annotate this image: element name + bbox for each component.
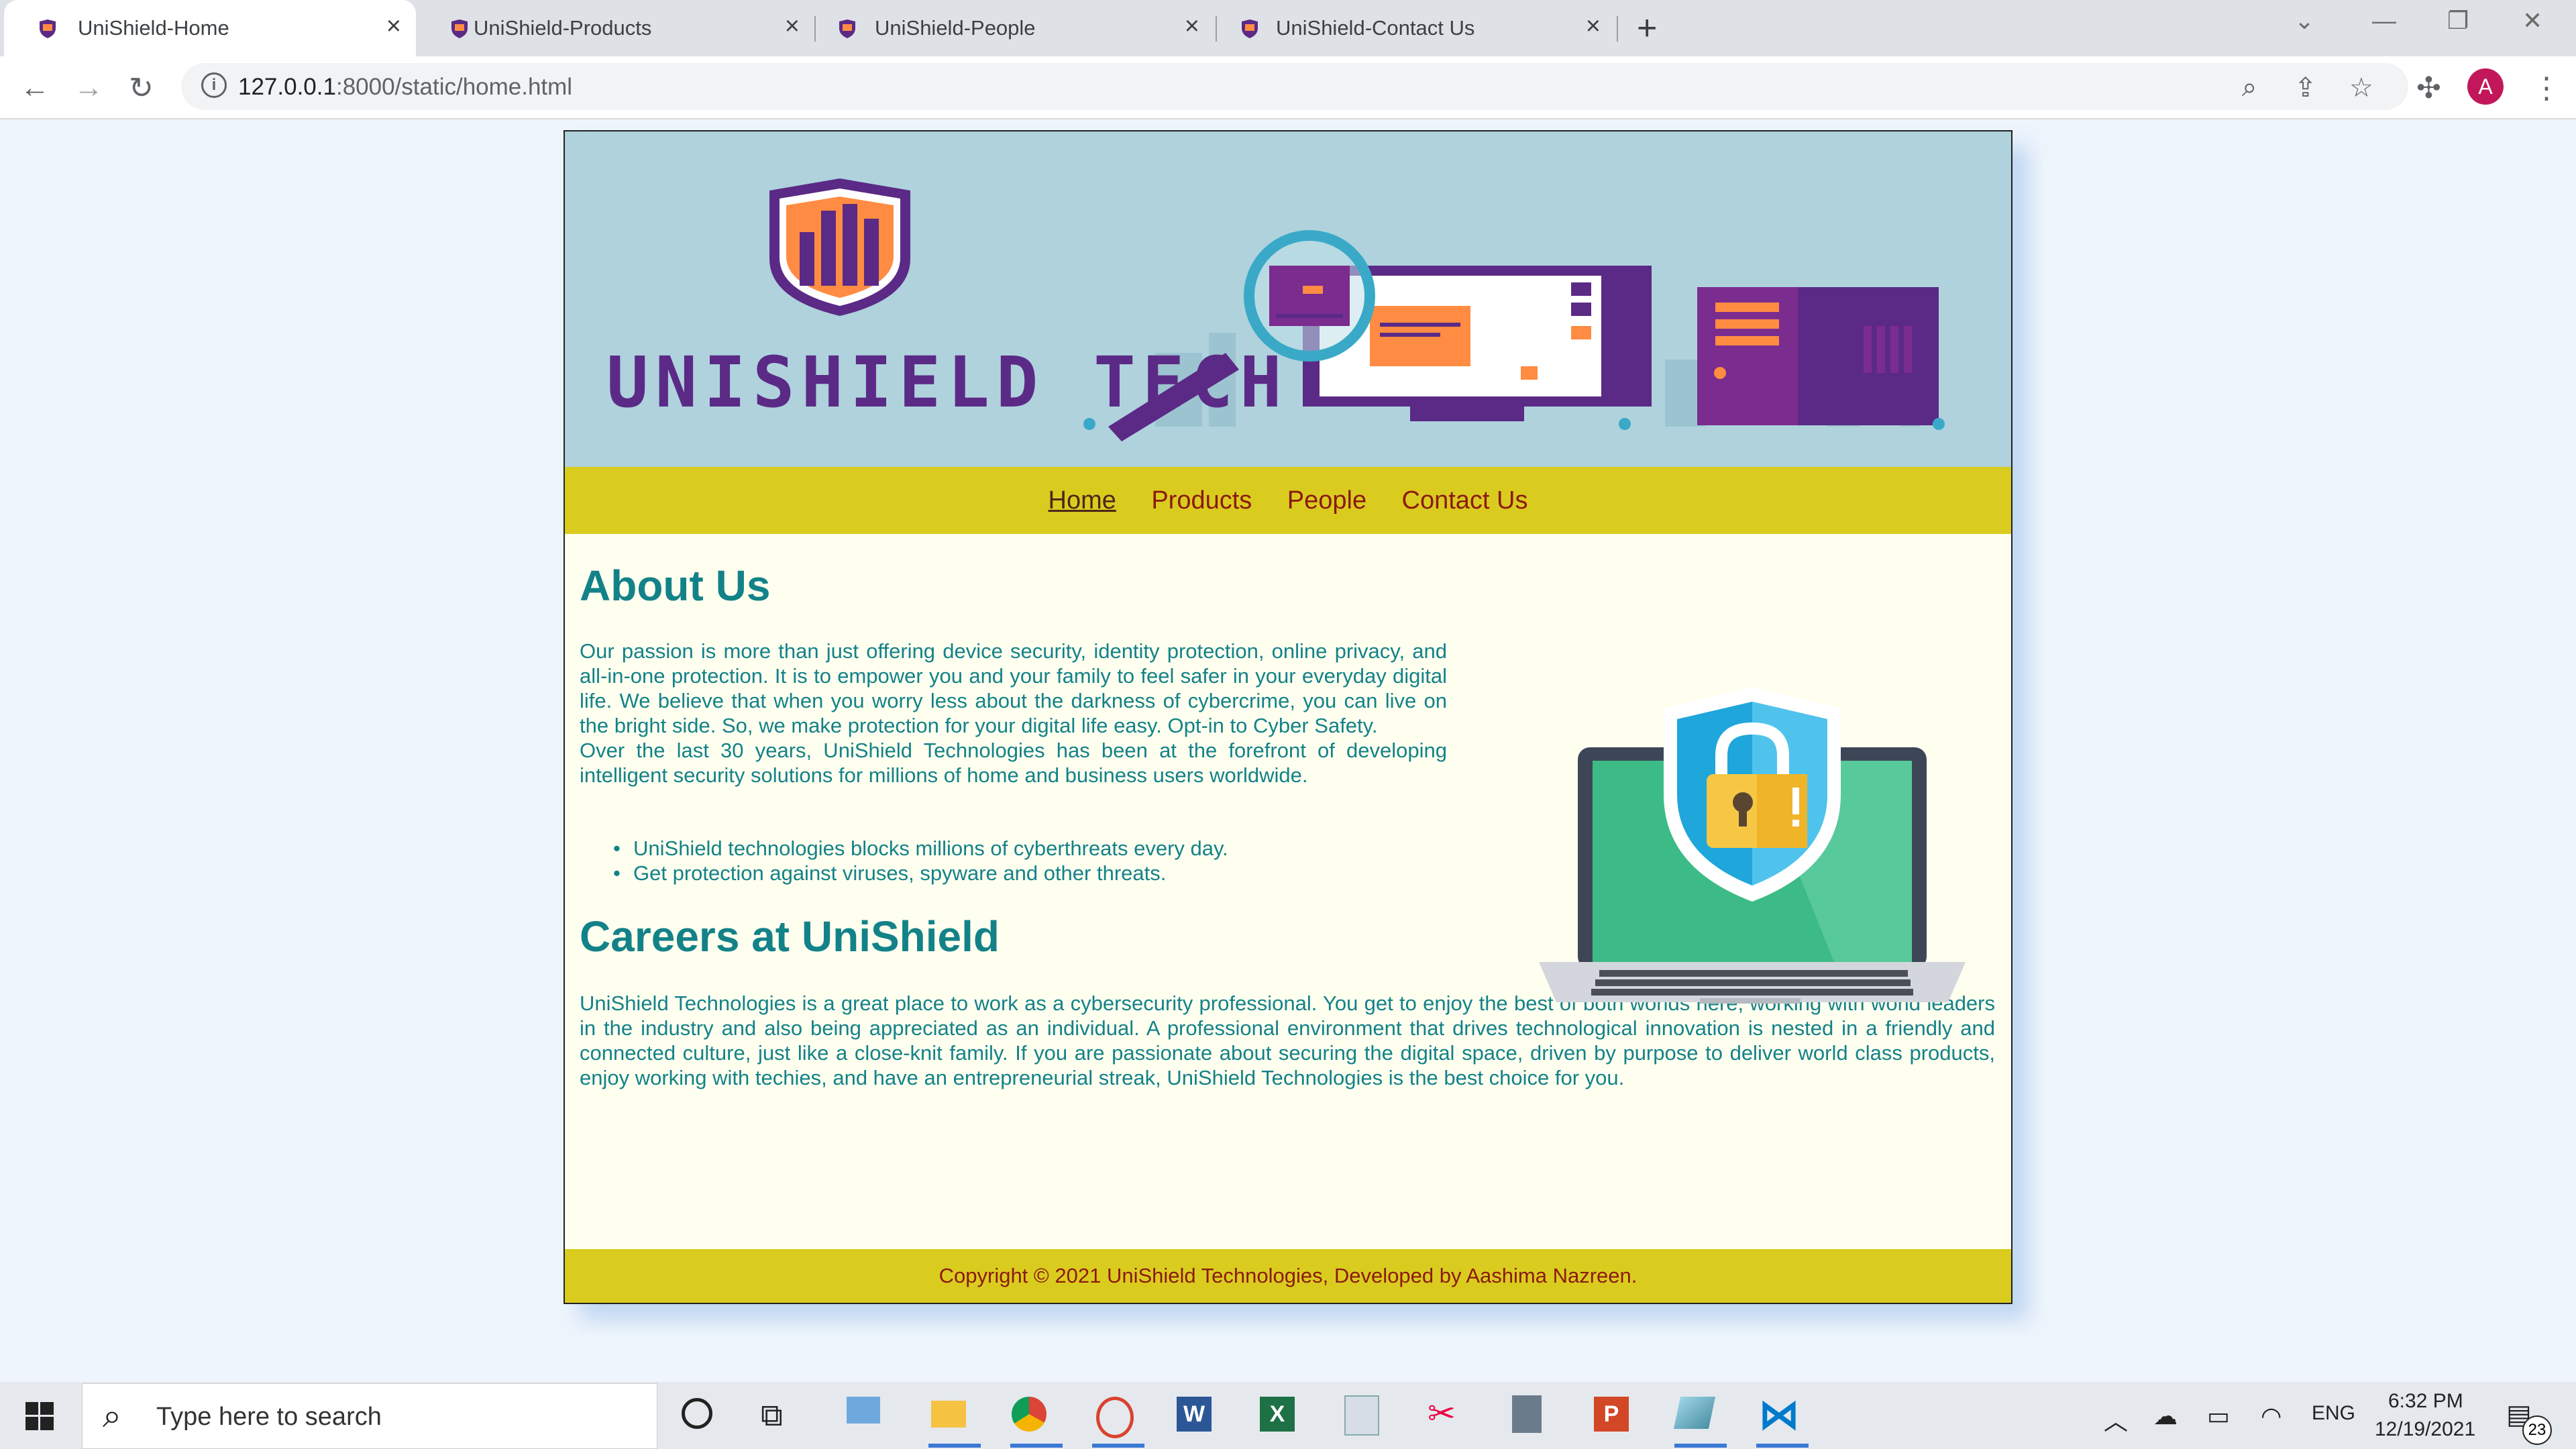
list-item: Get protection against viruses, spyware … xyxy=(613,861,1228,885)
clock-date[interactable]: 12/19/2021 xyxy=(2375,1418,2475,1441)
tab-title: UniShield-Contact Us xyxy=(1276,16,1475,40)
extensions-puzzle-icon[interactable]: ✣ xyxy=(2416,71,2441,105)
browser-tab-strip: UniShield-Home × UniShield-Products × Un… xyxy=(0,0,2576,56)
close-window-icon[interactable]: ✕ xyxy=(2522,7,2542,35)
address-bar[interactable]: i 127.0.0.1:8000/static/home.html ⌕ ⇪ ☆ xyxy=(181,63,2408,110)
tab-contact-us[interactable]: UniShield-Contact Us × xyxy=(1217,0,1615,56)
banner-illustration: UNISHIELD TECH xyxy=(606,178,1945,441)
active-app-indicator xyxy=(1092,1444,1144,1448)
nav-link-products[interactable]: Products xyxy=(1151,467,1252,534)
url-path: :8000/static/home.html xyxy=(335,74,573,100)
nav-link-contact-us[interactable]: Contact Us xyxy=(1402,467,1528,534)
unishield-logo-icon xyxy=(769,178,910,316)
notes-app-icon[interactable] xyxy=(1673,1397,1716,1429)
powerpoint-app-icon[interactable]: P xyxy=(1594,1397,1629,1432)
tab-title: UniShield-Home xyxy=(78,16,229,40)
show-hidden-icons-chevron-icon[interactable]: ︿ xyxy=(2104,1402,2128,1437)
taskbar-search-box[interactable]: ⌕ Type here to search xyxy=(82,1383,657,1449)
cortana-icon[interactable] xyxy=(682,1398,712,1429)
windows-start-icon[interactable] xyxy=(25,1402,54,1430)
website-container: UNISHIELD TECH Home Products People Cont… xyxy=(564,130,2012,1304)
calculator-app-icon[interactable] xyxy=(1512,1395,1542,1433)
active-app-indicator xyxy=(928,1444,981,1448)
bookmark-star-icon[interactable]: ☆ xyxy=(2349,72,2373,103)
about-heading: About Us xyxy=(580,561,771,610)
nav-link-home[interactable]: Home xyxy=(1049,467,1116,534)
search-placeholder: Type here to search xyxy=(156,1403,382,1431)
excel-app-icon[interactable]: X xyxy=(1260,1397,1295,1432)
unishield-favicon-icon xyxy=(40,19,56,38)
snip-sketch-app-icon[interactable]: ✂ xyxy=(1428,1394,1456,1433)
tab-separator xyxy=(1617,16,1618,42)
laptop-security-shield-illustration xyxy=(1539,687,1966,1004)
vscode-app-icon[interactable]: ⋈ xyxy=(1759,1391,1799,1438)
chrome-app-icon[interactable] xyxy=(1012,1397,1046,1432)
folder-app-icon[interactable] xyxy=(931,1401,966,1428)
restore-window-icon[interactable]: ❐ xyxy=(2447,7,2469,35)
server-tower-icon xyxy=(1697,287,1939,425)
about-paragraph: Over the last 30 years, UniShield Techno… xyxy=(580,739,1447,787)
profile-avatar[interactable]: A xyxy=(2467,68,2504,105)
active-app-indicator xyxy=(1010,1444,1063,1448)
about-paragraph: Our passion is more than just offering d… xyxy=(580,639,1447,737)
about-text: Our passion is more than just offering d… xyxy=(580,639,1447,788)
tab-people[interactable]: UniShield-People × xyxy=(816,0,1214,56)
zoom-icon[interactable]: ⌕ xyxy=(2242,72,2257,103)
file-explorer-app-icon[interactable] xyxy=(847,1397,880,1424)
new-tab-plus-icon[interactable]: + xyxy=(1637,8,1657,48)
address-url: 127.0.0.1:8000/static/home.html xyxy=(238,74,572,101)
search-icon: ⌕ xyxy=(103,1397,121,1434)
word-app-icon[interactable]: W xyxy=(1177,1397,1212,1432)
battery-icon[interactable]: ▭ xyxy=(2207,1402,2230,1430)
language-indicator[interactable]: ENG xyxy=(2312,1402,2355,1425)
unishield-favicon-icon xyxy=(1242,19,1258,38)
careers-heading: Careers at UniShield xyxy=(580,912,1000,961)
forward-arrow-icon[interactable]: → xyxy=(74,71,103,105)
about-bullet-list: UniShield technologies blocks millions o… xyxy=(613,836,1228,885)
tab-home[interactable]: UniShield-Home × xyxy=(4,0,416,56)
back-arrow-icon[interactable]: ← xyxy=(20,71,50,105)
list-item: UniShield technologies blocks millions o… xyxy=(613,836,1228,861)
close-tab-icon[interactable]: × xyxy=(386,12,401,41)
close-tab-icon[interactable]: × xyxy=(785,12,800,41)
close-tab-icon[interactable]: × xyxy=(1185,12,1199,41)
page-footer: Copyright © 2021 UniShield Technologies,… xyxy=(565,1249,2011,1303)
tab-title: UniShield-Products xyxy=(474,16,652,40)
wifi-icon[interactable]: ◠ xyxy=(2261,1402,2282,1430)
browser-menu-icon[interactable]: ⋮ xyxy=(2532,71,2561,105)
reload-icon[interactable]: ↻ xyxy=(129,71,154,105)
browser-toolbar: ← → ↻ i 127.0.0.1:8000/static/home.html … xyxy=(0,56,2576,119)
windows-taskbar: ⌕ Type here to search ⧉ W X ✂ P ⋈ ︿ ☁ ▭ … xyxy=(0,1382,2576,1449)
site-info-icon[interactable]: i xyxy=(201,72,227,98)
clock-time[interactable]: 6:32 PM xyxy=(2388,1390,2463,1413)
snipping-app-icon[interactable] xyxy=(1096,1397,1134,1438)
close-tab-icon[interactable]: × xyxy=(1586,12,1601,41)
nav-link-people[interactable]: People xyxy=(1287,467,1366,534)
unishield-favicon-icon xyxy=(839,19,855,38)
active-app-indicator xyxy=(1756,1444,1809,1448)
onedrive-cloud-icon[interactable]: ☁ xyxy=(2153,1402,2178,1430)
pdf-app-icon[interactable] xyxy=(1344,1395,1379,1436)
tab-products[interactable]: UniShield-Products × xyxy=(416,0,814,56)
task-view-icon[interactable]: ⧉ xyxy=(761,1397,783,1434)
notification-count-badge: 23 xyxy=(2522,1415,2552,1445)
active-app-indicator xyxy=(1674,1444,1727,1448)
url-host: 127.0.0.1 xyxy=(238,74,336,100)
tab-search-chevron-icon[interactable]: ⌄ xyxy=(2294,7,2314,35)
main-navigation: Home Products People Contact Us xyxy=(565,467,2011,534)
unishield-favicon-icon xyxy=(451,19,468,38)
tab-title: UniShield-People xyxy=(875,16,1036,40)
header-banner: UNISHIELD TECH xyxy=(565,131,2011,467)
minimize-window-icon[interactable]: — xyxy=(2372,7,2396,35)
share-icon[interactable]: ⇪ xyxy=(2294,72,2317,103)
